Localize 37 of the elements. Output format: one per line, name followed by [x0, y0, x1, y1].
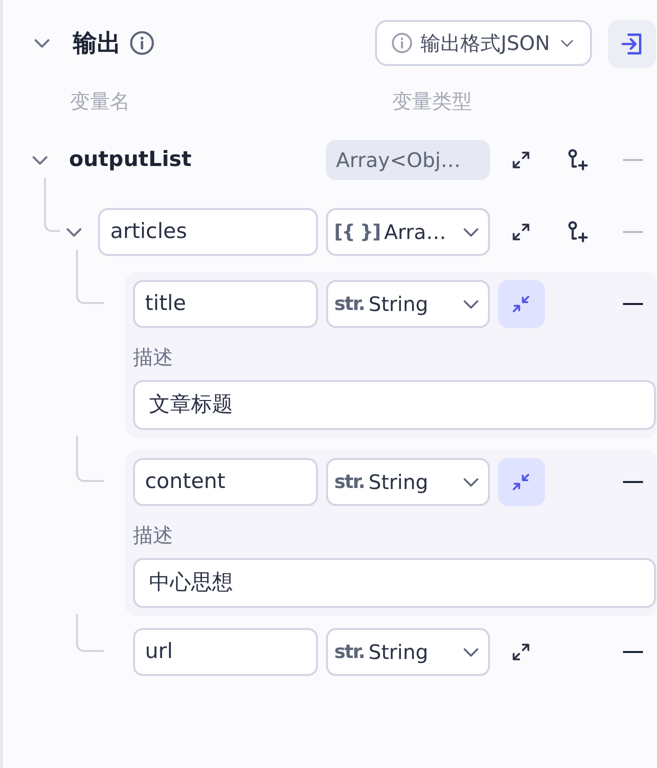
minus-icon	[623, 651, 644, 653]
variable-name: outputList	[69, 146, 192, 174]
expand-icon	[510, 641, 532, 663]
info-icon	[129, 30, 155, 56]
description-label: 描述	[133, 522, 174, 549]
type-dropdown[interactable]: str. String	[326, 458, 490, 506]
tree-connector	[76, 614, 104, 652]
description-field[interactable]: 中心思想	[133, 558, 656, 608]
tree-connector	[76, 436, 104, 482]
name-field[interactable]: articles	[98, 208, 318, 256]
minus-icon	[623, 159, 644, 161]
collapse-icon	[510, 293, 532, 315]
tree-connector	[76, 250, 104, 304]
tree-connector	[44, 178, 60, 232]
name-field[interactable]: title	[133, 280, 318, 328]
name-field[interactable]: url	[133, 628, 318, 676]
minus-icon	[623, 231, 644, 233]
column-header: 变量名	[70, 88, 131, 115]
expand-icon	[510, 149, 532, 171]
description-field[interactable]: 文章标题	[133, 380, 656, 430]
minus-icon	[623, 303, 644, 305]
type-tag: Array<Obj…	[326, 140, 490, 180]
info-icon	[390, 32, 413, 54]
description-label: 描述	[133, 344, 174, 371]
minus-icon	[623, 481, 644, 483]
collapse-button[interactable]	[498, 458, 546, 506]
collapse-icon	[510, 471, 532, 493]
name-field[interactable]: content	[133, 458, 318, 506]
column-header: 变量类型	[392, 88, 472, 115]
export-button[interactable]	[608, 20, 656, 68]
type-dropdown[interactable]: [{ }] Arra…	[326, 208, 490, 256]
collapse-button[interactable]	[498, 280, 546, 328]
type-dropdown[interactable]: str. String	[326, 628, 490, 676]
section-title: 输出	[73, 28, 121, 59]
expand-icon	[510, 221, 532, 243]
type-dropdown[interactable]: str. String	[326, 280, 490, 328]
format-dropdown[interactable]: 输出格式JSON	[374, 20, 592, 66]
